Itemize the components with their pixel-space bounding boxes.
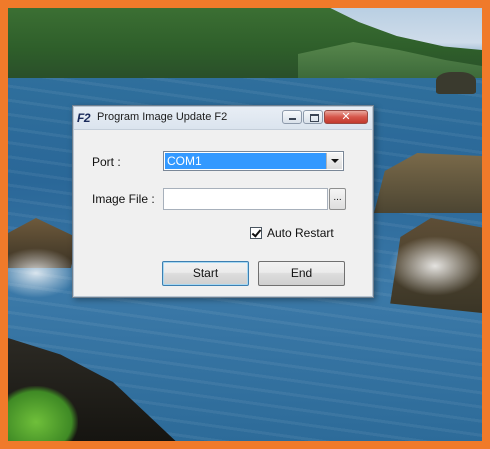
minimize-icon	[289, 118, 296, 120]
wallpaper-islet	[436, 72, 476, 94]
wallpaper-surf-left	[8, 248, 78, 298]
start-button[interactable]: Start	[162, 261, 249, 286]
browse-button[interactable]: ...	[329, 188, 346, 210]
end-button[interactable]: End	[258, 261, 345, 286]
chevron-down-icon[interactable]	[326, 153, 342, 169]
image-file-label: Image File :	[92, 192, 155, 206]
maximize-icon	[310, 114, 319, 122]
port-label: Port :	[92, 155, 121, 169]
app-icon: F2	[77, 111, 91, 125]
close-icon: ✕	[341, 110, 351, 123]
port-select[interactable]: COM1	[163, 151, 344, 171]
window-title: Program Image Update F2	[97, 111, 228, 123]
close-button[interactable]: ✕	[324, 110, 368, 124]
auto-restart-label[interactable]: Auto Restart	[267, 226, 334, 240]
minimize-button[interactable]	[282, 110, 302, 124]
checkmark-icon	[251, 227, 262, 238]
image-file-input[interactable]	[163, 188, 328, 210]
wallpaper-surf-right	[388, 236, 482, 296]
program-image-update-dialog: F2 Program Image Update F2 ✕ Port : COM1…	[72, 105, 374, 298]
wallpaper-leaves	[8, 386, 78, 441]
port-select-value: COM1	[165, 153, 326, 169]
auto-restart-checkbox[interactable]	[250, 227, 262, 239]
maximize-button[interactable]	[303, 110, 323, 124]
title-bar[interactable]: F2 Program Image Update F2 ✕	[74, 107, 372, 130]
